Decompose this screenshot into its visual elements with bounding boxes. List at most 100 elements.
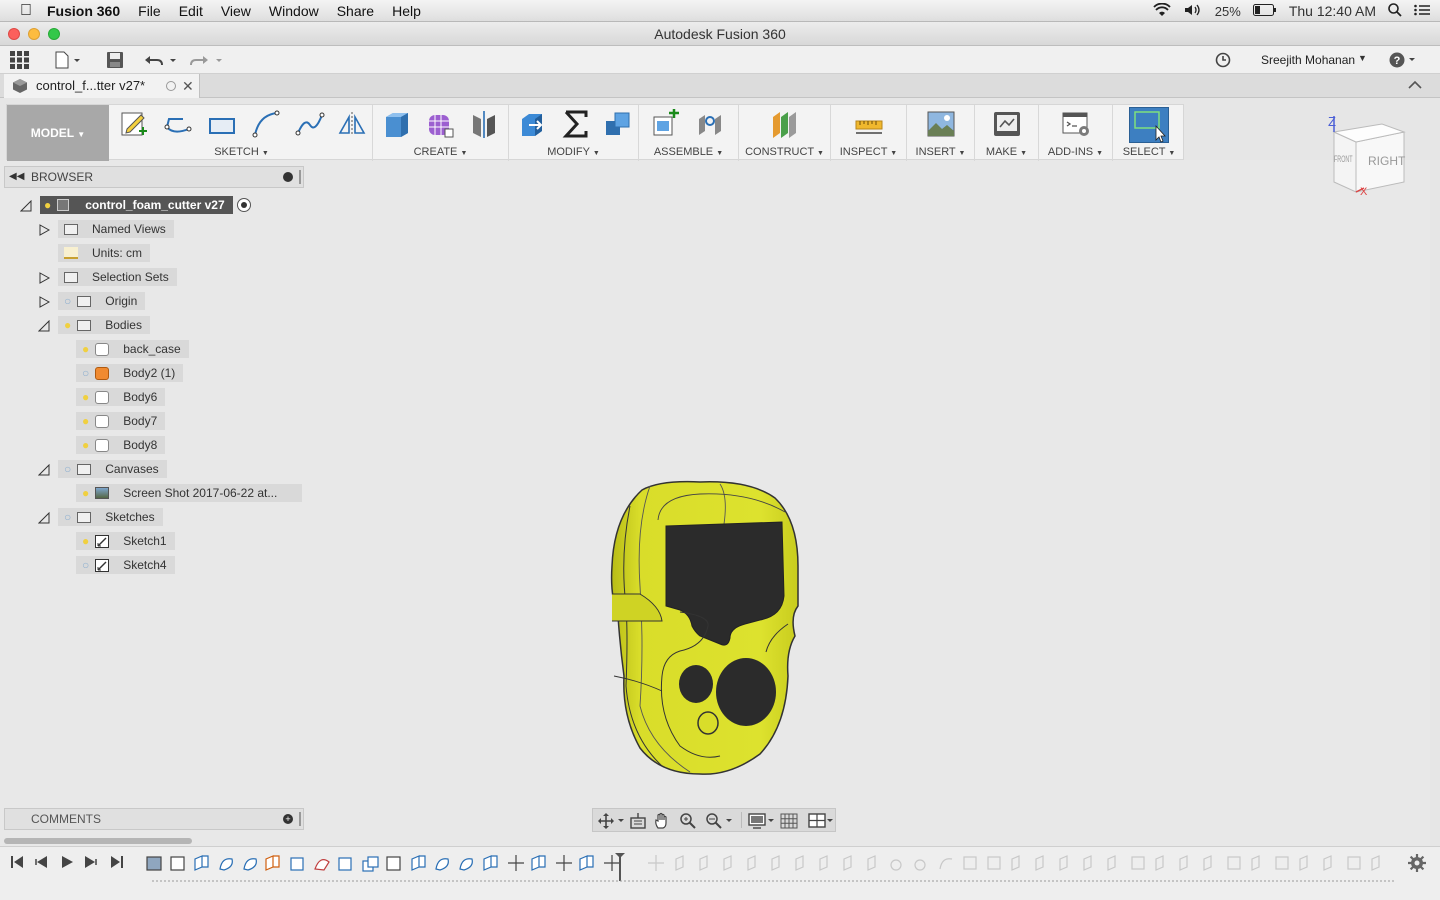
apple-icon[interactable]:  bbox=[0, 2, 41, 20]
body-item-body6[interactable]: ● Body6 bbox=[76, 388, 166, 406]
sum-compute-icon[interactable] bbox=[561, 109, 591, 139]
comments-panel-header[interactable]: COMMENTS + bbox=[4, 808, 304, 830]
insert-group[interactable]: INSERT ▼ bbox=[907, 105, 975, 161]
line-icon[interactable] bbox=[163, 109, 193, 139]
view-cube-right-face[interactable]: RIGHT bbox=[1368, 154, 1405, 168]
assemble-group[interactable]: ASSEMBLE ▼ bbox=[639, 105, 739, 161]
visibility-bulb-icon[interactable]: ● bbox=[82, 388, 89, 406]
body-item-body8[interactable]: ● Body8 bbox=[76, 436, 166, 454]
scrollbar-thumb[interactable] bbox=[4, 838, 192, 844]
menu-file[interactable]: File bbox=[129, 3, 170, 19]
menu-view[interactable]: View bbox=[212, 3, 260, 19]
new-component-icon[interactable] bbox=[651, 109, 681, 139]
sketch-item-sketch4[interactable]: ○ Sketch4 bbox=[76, 556, 175, 574]
browser-panel-header[interactable]: ◀◀ BROWSER bbox=[4, 166, 304, 188]
canvases-expand-icon[interactable] bbox=[37, 463, 50, 476]
visibility-bulb-icon[interactable]: ● bbox=[64, 316, 71, 334]
add-comment-icon[interactable]: + bbox=[283, 814, 293, 824]
measure-icon[interactable] bbox=[854, 109, 884, 139]
browser-horizontal-scrollbar[interactable] bbox=[0, 836, 1430, 846]
browser-selection-sets[interactable]: Selection Sets bbox=[58, 268, 177, 286]
select-tool-icon[interactable] bbox=[1129, 107, 1169, 143]
rectangle-icon[interactable] bbox=[207, 109, 237, 139]
add-ins-group[interactable]: ADD-INS ▼ bbox=[1039, 105, 1113, 161]
timeline-settings-gear-icon[interactable] bbox=[1408, 854, 1426, 877]
inspect-group[interactable]: INSPECT ▼ bbox=[831, 105, 907, 161]
modify-group-label[interactable]: MODIFY ▼ bbox=[509, 146, 638, 158]
inspect-group-label[interactable]: INSPECT ▼ bbox=[831, 146, 906, 158]
3d-model-controller-body[interactable] bbox=[600, 476, 810, 780]
select-group[interactable]: SELECT ▼ bbox=[1113, 105, 1185, 161]
assemble-group-label[interactable]: ASSEMBLE ▼ bbox=[639, 146, 738, 158]
menu-help[interactable]: Help bbox=[383, 3, 430, 19]
visibility-bulb-off-icon[interactable]: ○ bbox=[82, 364, 89, 382]
scripts-addins-icon[interactable] bbox=[1061, 109, 1091, 139]
body-item-back-case[interactable]: ● back_case bbox=[76, 340, 189, 358]
grid-settings-icon[interactable] bbox=[779, 812, 803, 835]
menu-edit[interactable]: Edit bbox=[170, 3, 212, 19]
origin-expand-icon[interactable] bbox=[38, 295, 51, 308]
visibility-bulb-off-icon[interactable]: ○ bbox=[64, 460, 71, 478]
look-at-icon[interactable] bbox=[629, 812, 647, 835]
close-window-button[interactable] bbox=[8, 28, 20, 40]
3d-print-icon[interactable] bbox=[992, 109, 1022, 139]
zoom-window-button[interactable] bbox=[48, 28, 60, 40]
timeline-play-icon[interactable] bbox=[60, 855, 74, 874]
wifi-icon[interactable] bbox=[1153, 2, 1171, 20]
viewports-settings-icon[interactable] bbox=[807, 812, 835, 835]
sketch-group[interactable]: SKETCH ▼ bbox=[111, 105, 373, 161]
browser-root-node[interactable]: ● control_foam_cutter v27 bbox=[40, 196, 251, 214]
press-pull-icon[interactable] bbox=[517, 109, 547, 139]
timeline-features[interactable] bbox=[144, 853, 1399, 883]
body-item-body2[interactable]: ○ Body2 (1) bbox=[76, 364, 184, 382]
combine-icon[interactable] bbox=[603, 109, 633, 139]
make-group-label[interactable]: MAKE ▼ bbox=[975, 146, 1038, 158]
body-item-body7[interactable]: ● Body7 bbox=[76, 412, 166, 430]
insert-group-label[interactable]: INSERT ▼ bbox=[907, 146, 974, 158]
view-cube[interactable]: Z FRONT RIGHT X bbox=[1320, 112, 1420, 202]
activate-radio-icon[interactable] bbox=[236, 198, 251, 212]
file-menu-icon[interactable] bbox=[54, 51, 84, 74]
timeline-previous-icon[interactable] bbox=[34, 855, 48, 874]
data-panel-grid-icon[interactable] bbox=[10, 51, 30, 74]
mirror-sketch-icon[interactable] bbox=[337, 109, 367, 139]
browser-resize-handle[interactable] bbox=[299, 170, 301, 184]
redo-icon[interactable] bbox=[190, 52, 224, 73]
modify-group[interactable]: MODIFY ▼ bbox=[509, 105, 639, 161]
construct-group-label[interactable]: CONSTRUCT ▼ bbox=[739, 146, 830, 158]
mirror-body-icon[interactable] bbox=[469, 109, 499, 139]
make-group[interactable]: MAKE ▼ bbox=[975, 105, 1039, 161]
create-group[interactable]: CREATE ▼ bbox=[373, 105, 509, 161]
document-tab[interactable]: control_f...tter v27* ✕ bbox=[4, 74, 200, 98]
timeline-first-icon[interactable] bbox=[10, 855, 24, 874]
extrude-icon[interactable] bbox=[381, 109, 411, 139]
sketches-expand-icon[interactable] bbox=[37, 511, 50, 524]
browser-bodies[interactable]: ● Bodies bbox=[58, 316, 150, 334]
browser-named-views[interactable]: Named Views bbox=[58, 220, 174, 238]
browser-canvases[interactable]: ○ Canvases bbox=[58, 460, 167, 478]
notification-center-icon[interactable] bbox=[1414, 3, 1430, 19]
app-menu[interactable]: Fusion 360 bbox=[41, 3, 129, 19]
arc-icon[interactable] bbox=[251, 109, 281, 139]
fit-zoom-icon[interactable] bbox=[705, 812, 735, 835]
construct-group[interactable]: CONSTRUCT ▼ bbox=[739, 105, 831, 161]
menu-window[interactable]: Window bbox=[260, 3, 328, 19]
clock[interactable]: Thu 12:40 AM bbox=[1289, 3, 1376, 19]
display-settings-icon[interactable] bbox=[747, 812, 777, 835]
offset-plane-icon[interactable] bbox=[770, 109, 800, 139]
root-expand-icon[interactable] bbox=[19, 199, 32, 212]
visibility-bulb-icon[interactable]: ● bbox=[82, 532, 89, 550]
volume-icon[interactable] bbox=[1183, 3, 1203, 20]
browser-minimize-icon[interactable] bbox=[283, 172, 293, 182]
user-menu-chevron-down-icon[interactable]: ▼ bbox=[1358, 53, 1367, 63]
user-account-menu[interactable]: Sreejith Mohanan bbox=[1261, 53, 1355, 67]
create-sketch-icon[interactable] bbox=[119, 109, 149, 139]
browser-units[interactable]: Units: cm bbox=[58, 244, 151, 262]
create-group-label[interactable]: CREATE ▼ bbox=[373, 146, 508, 158]
timeline-last-icon[interactable] bbox=[110, 855, 124, 874]
orbit-icon[interactable] bbox=[597, 812, 625, 835]
visibility-bulb-off-icon[interactable]: ○ bbox=[64, 292, 71, 310]
form-icon[interactable] bbox=[425, 109, 455, 139]
insert-image-icon[interactable] bbox=[926, 109, 956, 139]
sketch-item-sketch1[interactable]: ● Sketch1 bbox=[76, 532, 175, 550]
